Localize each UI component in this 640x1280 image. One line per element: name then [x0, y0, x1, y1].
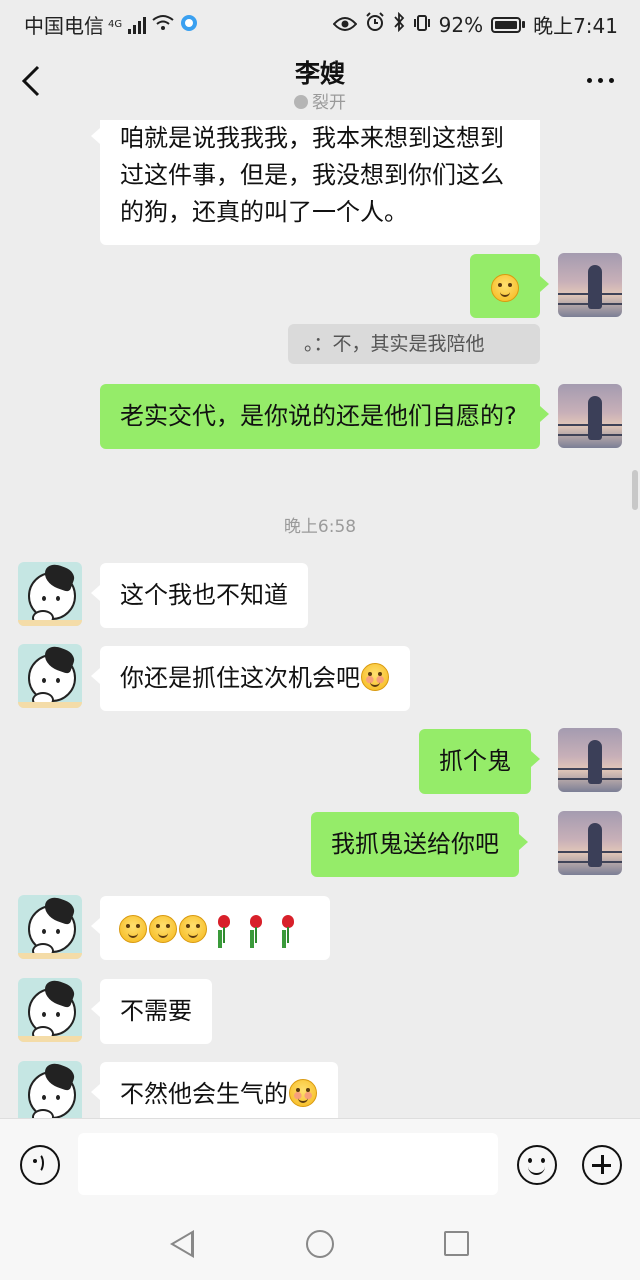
blush-emoji-icon — [361, 663, 389, 691]
battery-icon — [491, 16, 526, 33]
scrollbar[interactable] — [632, 470, 638, 510]
app-notification-icon — [180, 13, 198, 37]
input-bar — [0, 1118, 640, 1211]
message-bubble-incoming[interactable] — [91, 896, 330, 960]
alarm-icon — [365, 12, 385, 37]
blush-emoji-icon — [289, 1079, 317, 1107]
message-text: 不然他会生气的 — [120, 1080, 288, 1108]
smile-emoji-icon — [149, 915, 177, 943]
wifi-icon — [152, 13, 174, 37]
message-bubble-incoming[interactable]: 这个我也不知道 — [91, 563, 308, 628]
smile-emoji-icon — [179, 915, 207, 943]
contact-avatar[interactable] — [18, 895, 82, 959]
eye-icon — [332, 13, 357, 37]
message-text: 咱就是说我我我，我本来想到这想到过这件事，但是，我没想到你们这么的狗，还真的叫了… — [120, 124, 504, 226]
message-bubble-outgoing[interactable]: 我抓鬼送给你吧 — [311, 812, 528, 877]
status-bar: 中国电信 4G 92% 晚上7:41 — [0, 0, 640, 44]
clock: 晚上7:41 — [533, 14, 618, 38]
message-bubble-outgoing[interactable] — [470, 254, 549, 318]
my-avatar[interactable] — [558, 384, 622, 448]
bluetooth-icon — [393, 11, 405, 37]
contact-avatar[interactable] — [18, 562, 82, 626]
message-text: 我抓鬼送给你吧 — [331, 830, 499, 858]
message-text: 不需要 — [120, 997, 192, 1025]
smile-emoji-icon — [491, 274, 519, 302]
nav-recent-icon[interactable] — [444, 1231, 469, 1256]
rose-emoji-icon — [275, 914, 301, 944]
voice-icon[interactable] — [20, 1145, 60, 1185]
message-text: 你还是抓住这次机会吧 — [120, 664, 360, 692]
emoji-icon[interactable] — [517, 1145, 557, 1185]
status-icon — [294, 95, 308, 109]
message-bubble-outgoing[interactable]: 抓个鬼 — [419, 729, 540, 794]
message-bubble-incoming[interactable]: 咱就是说我我我，我本来想到这想到过这件事，但是，我没想到你们这么的狗，还真的叫了… — [91, 120, 540, 245]
contact-avatar[interactable] — [18, 644, 82, 708]
message-text: 这个我也不知道 — [120, 581, 288, 609]
timestamp-divider: 晚上6:58 — [283, 517, 357, 537]
more-icon[interactable] — [587, 78, 614, 83]
vibrate-icon — [413, 13, 431, 37]
nav-back-icon[interactable] — [170, 1230, 194, 1258]
message-bubble-incoming[interactable]: 你还是抓住这次机会吧 — [91, 646, 410, 711]
contact-avatar[interactable] — [18, 1061, 82, 1118]
carrier-label: 中国电信 — [24, 14, 104, 38]
rose-emoji-icon — [243, 914, 269, 944]
nav-home-icon[interactable] — [306, 1230, 334, 1258]
plus-icon[interactable] — [582, 1145, 622, 1185]
contact-avatar[interactable] — [18, 978, 82, 1042]
message-bubble-incoming[interactable]: 不需要 — [91, 979, 212, 1044]
message-text: 抓个鬼 — [439, 747, 511, 775]
message-input[interactable] — [78, 1133, 498, 1195]
my-avatar[interactable] — [558, 728, 622, 792]
quoted-reply-note[interactable]: 。：不，其实是我陪他 — [288, 324, 540, 364]
system-nav-bar — [0, 1210, 640, 1280]
contact-status: 裂开 — [0, 88, 640, 113]
smile-emoji-icon — [119, 915, 147, 943]
message-list[interactable]: 咱就是说我我我，我本来想到这想到过这件事，但是，我没想到你们这么的狗，还真的叫了… — [0, 120, 640, 1118]
battery-percent: 92% — [438, 12, 484, 37]
network-type: 4G — [108, 19, 123, 30]
rose-emoji-icon — [211, 914, 237, 944]
my-avatar[interactable] — [558, 253, 622, 317]
message-text: 老实交代，是你说的还是他们自愿的? — [120, 402, 517, 430]
chat-header: 李嫂 裂开 — [0, 44, 640, 120]
contact-name[interactable]: 李嫂 — [0, 54, 640, 90]
my-avatar[interactable] — [558, 811, 622, 875]
signal-icon — [128, 16, 147, 34]
message-bubble-outgoing[interactable]: 老实交代，是你说的还是他们自愿的? — [100, 384, 549, 449]
contact-status-text: 裂开 — [312, 93, 346, 113]
quoted-reply-text: 。：不，其实是我陪他 — [304, 333, 485, 355]
message-bubble-incoming[interactable]: 不然他会生气的 — [91, 1062, 338, 1118]
